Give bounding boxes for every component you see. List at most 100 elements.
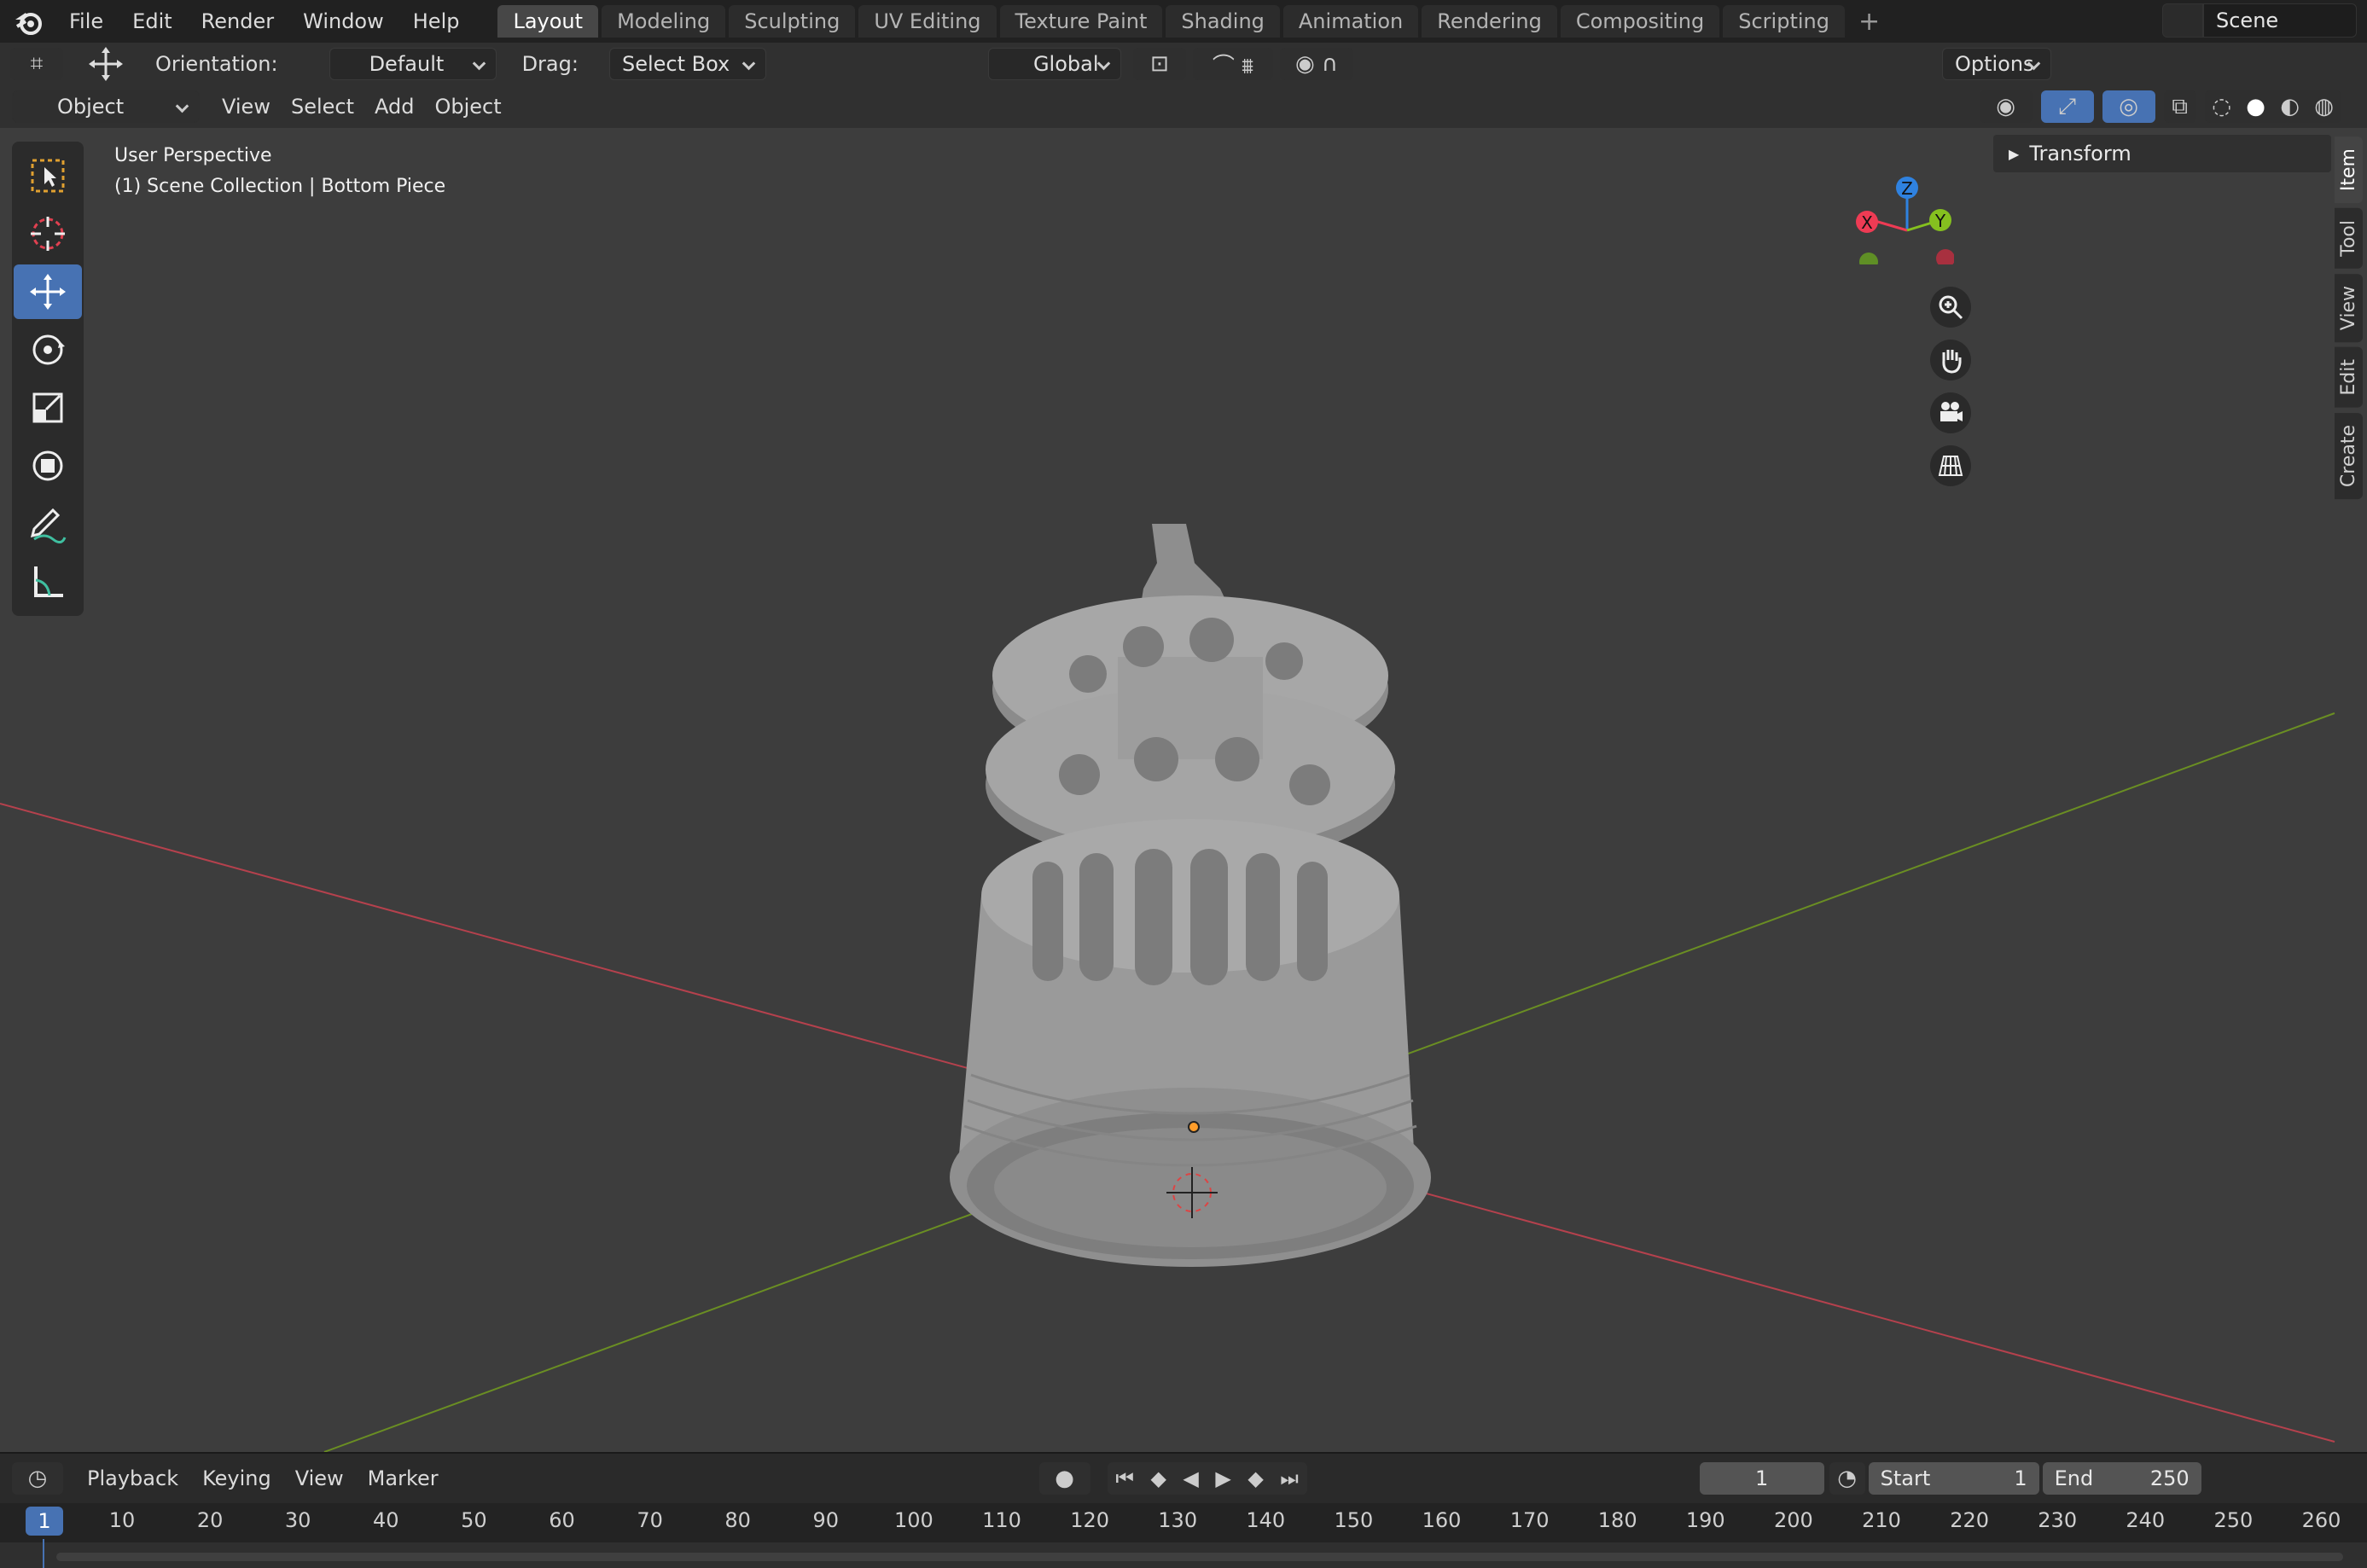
sidebar-tab-tool[interactable]: Tool — [2335, 208, 2363, 269]
3d-object-bottom-piece[interactable] — [950, 524, 1431, 1267]
menu-timeline-view[interactable]: View — [283, 1466, 356, 1490]
move-icon — [30, 274, 66, 310]
tab-compositing[interactable]: Compositing — [1560, 5, 1720, 38]
move-tool[interactable] — [14, 264, 82, 319]
menu-playback[interactable]: Playback — [75, 1466, 190, 1490]
tick-label: 60 — [549, 1508, 575, 1532]
snap-icon[interactable]: ⌒ ⩩ — [1192, 48, 1273, 80]
editor-type-icon[interactable]: ⌗ — [10, 48, 63, 80]
zoom-icon[interactable] — [1930, 287, 1971, 328]
scene-name-field[interactable]: Scene — [2203, 3, 2357, 38]
sidebar-tab-create[interactable]: Create — [2335, 412, 2363, 499]
timeline-track[interactable] — [0, 1539, 2367, 1568]
playhead-frame-badge[interactable]: 1 — [26, 1507, 63, 1536]
start-label: Start — [1880, 1466, 1931, 1490]
transform-panel-header[interactable]: ▶ Transform — [1993, 135, 2331, 172]
timeline-ruler[interactable]: 1 10 20 30 40 50 60 70 80 90 100 110 120 130 140 150 16… — [0, 1503, 2367, 1542]
menu-render[interactable]: Render — [187, 0, 288, 43]
prev-keyframe-icon[interactable]: ◆ — [1150, 1466, 1166, 1490]
menu-file[interactable]: File — [55, 0, 118, 43]
select-box-tool[interactable] — [14, 148, 82, 203]
blender-logo-icon[interactable] — [14, 6, 44, 37]
next-keyframe-icon[interactable]: ◆ — [1247, 1466, 1263, 1490]
menu-add[interactable]: Add — [364, 95, 424, 119]
add-workspace-button[interactable]: + — [1848, 7, 1890, 37]
tab-shading[interactable]: Shading — [1166, 5, 1280, 38]
sidebar-tabs: Item Tool View Edit Create — [2335, 136, 2367, 504]
menu-marker[interactable]: Marker — [356, 1466, 451, 1490]
gizmo-toggle-icon[interactable]: ⤢ — [2040, 90, 2094, 123]
perspective-grid-icon[interactable] — [1930, 445, 1971, 486]
stopwatch-icon[interactable]: ◔ — [1829, 1462, 1865, 1495]
tab-scripting[interactable]: Scripting — [1723, 5, 1845, 38]
proportional-editing-icon[interactable]: ◉ ∩ — [1279, 48, 1353, 80]
collapse-arrow-icon[interactable]: ▶ — [2009, 146, 2019, 162]
orientation-dropdown[interactable]: Default — [329, 48, 497, 80]
tab-sculpting[interactable]: Sculpting — [729, 5, 856, 38]
transform-orientation-dropdown[interactable]: Global — [987, 48, 1121, 80]
menu-object[interactable]: Object — [424, 95, 511, 119]
tab-uv-editing[interactable]: UV Editing — [858, 5, 997, 38]
shading-mode-icons[interactable]: ◌ ● ◐ ◍ — [2204, 90, 2341, 123]
transform-tool[interactable] — [14, 438, 82, 493]
blender-window: File Edit Render Window Help Layout Mode… — [0, 0, 2367, 1568]
end-frame-field[interactable]: End 250 — [2042, 1462, 2201, 1495]
navigation-gizmo[interactable]: Z X Y — [1843, 154, 1954, 264]
cursor-tool[interactable] — [14, 206, 82, 261]
menu-window[interactable]: Window — [288, 0, 398, 43]
material-shading-icon[interactable]: ◐ — [2280, 94, 2300, 119]
menu-edit[interactable]: Edit — [118, 0, 186, 43]
end-value: 250 — [2149, 1466, 2190, 1490]
sidebar-tab-view[interactable]: View — [2335, 273, 2363, 343]
jump-end-icon[interactable]: ⏭ — [1280, 1466, 1299, 1490]
jump-start-icon[interactable]: ⏮ — [1115, 1466, 1134, 1490]
workspace-tabs: Layout Modeling Sculpting UV Editing Tex… — [497, 0, 1890, 43]
menu-keying[interactable]: Keying — [190, 1466, 283, 1490]
play-icon[interactable]: ▶ — [1215, 1466, 1230, 1490]
scene-icon[interactable] — [2162, 3, 2203, 38]
current-frame-field[interactable]: 1 — [1699, 1462, 1824, 1495]
tick-label: 110 — [982, 1508, 1021, 1532]
rotate-tool[interactable] — [14, 322, 82, 377]
scale-tool[interactable] — [14, 380, 82, 435]
solid-shading-icon[interactable]: ● — [2246, 94, 2265, 119]
3d-viewport[interactable]: User Perspective (1) Scene Collection | … — [0, 128, 2367, 1452]
measure-tool[interactable] — [14, 555, 82, 609]
scene-selector[interactable]: Scene — [2162, 3, 2357, 38]
options-dropdown[interactable]: Options — [1941, 48, 2051, 80]
sidebar-tab-item[interactable]: Item — [2335, 136, 2363, 204]
sidebar-tab-edit[interactable]: Edit — [2335, 347, 2363, 408]
record-icon[interactable]: ● — [1038, 1462, 1090, 1495]
pivot-point-icon[interactable]: ⊡ — [1132, 48, 1186, 80]
start-frame-field[interactable]: Start 1 — [1868, 1462, 2039, 1495]
tab-rendering[interactable]: Rendering — [1422, 5, 1557, 38]
menu-view[interactable]: View — [212, 95, 281, 119]
scale-icon — [32, 392, 63, 423]
visibility-icon[interactable]: ◉ — [1979, 90, 2033, 123]
xray-icon[interactable]: ⧉ — [2163, 90, 2196, 123]
tab-layout[interactable]: Layout — [497, 5, 599, 38]
tick-label: 20 — [196, 1508, 224, 1532]
tab-modeling[interactable]: Modeling — [602, 5, 726, 38]
tick-label: 220 — [1950, 1508, 1989, 1532]
overlay-toggle-icon[interactable]: ◎ — [2102, 90, 2155, 123]
tab-animation[interactable]: Animation — [1282, 5, 1419, 38]
scene-collection-label: (1) Scene Collection | Bottom Piece — [114, 176, 446, 197]
menu-select[interactable]: Select — [281, 95, 364, 119]
gizmo-neg-x-icon[interactable] — [1936, 249, 1954, 264]
pan-hand-icon[interactable] — [1930, 340, 1971, 380]
wireframe-shading-icon[interactable]: ◌ — [2212, 94, 2231, 119]
menu-help[interactable]: Help — [398, 0, 474, 43]
annotate-tool[interactable] — [14, 497, 82, 551]
camera-view-icon[interactable] — [1930, 392, 1971, 433]
rendered-shading-icon[interactable]: ◍ — [2314, 94, 2334, 119]
play-reverse-icon[interactable]: ◀ — [1183, 1466, 1198, 1490]
gizmo-neg-y-icon[interactable] — [1859, 253, 1878, 264]
timeline-scrollbar[interactable] — [56, 1553, 2343, 1561]
start-value: 1 — [2014, 1466, 2027, 1490]
tick-label: 80 — [724, 1508, 751, 1532]
mode-dropdown[interactable]: Object Mode — [12, 90, 200, 149]
drag-dropdown[interactable]: Select Box — [608, 48, 766, 80]
tab-texture-paint[interactable]: Texture Paint — [999, 5, 1163, 38]
timeline-editor-type-icon[interactable]: ◷ — [12, 1462, 63, 1495]
